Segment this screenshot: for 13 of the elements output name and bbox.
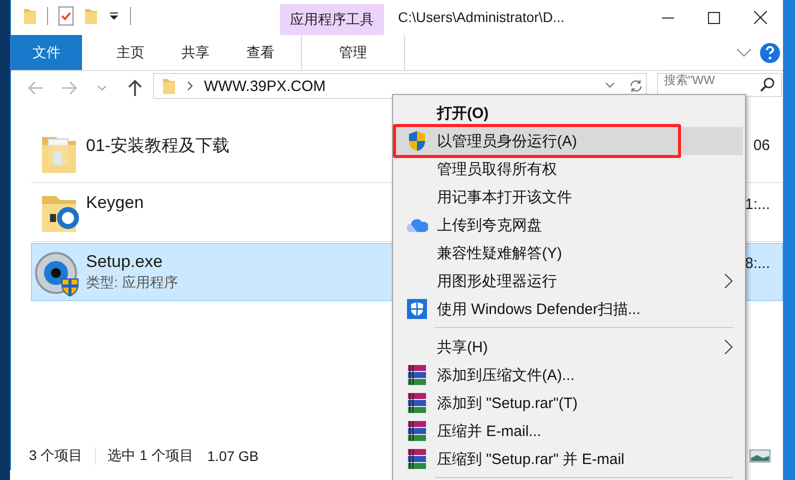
file-name: 01-安装教程及下载	[86, 135, 230, 157]
file-detail: 1:...	[744, 195, 771, 213]
selection-size: 1.07 GB	[207, 448, 259, 464]
context-tab-group: 应用程序工具	[280, 4, 384, 35]
file-detail: 8:...	[744, 254, 771, 272]
address-path: WWW.39PX.COM	[204, 78, 327, 94]
selection-count: 选中 1 个项目	[106, 446, 194, 464]
file-detail: 06	[753, 136, 771, 154]
file-name: Keygen	[86, 193, 144, 213]
file-name: Setup.exe	[86, 252, 164, 272]
item-count: 3 个项目	[29, 446, 96, 464]
window-title: C:\Users\Administrator\D...	[397, 8, 566, 25]
file-type: 类型: 应用程序	[86, 274, 178, 292]
